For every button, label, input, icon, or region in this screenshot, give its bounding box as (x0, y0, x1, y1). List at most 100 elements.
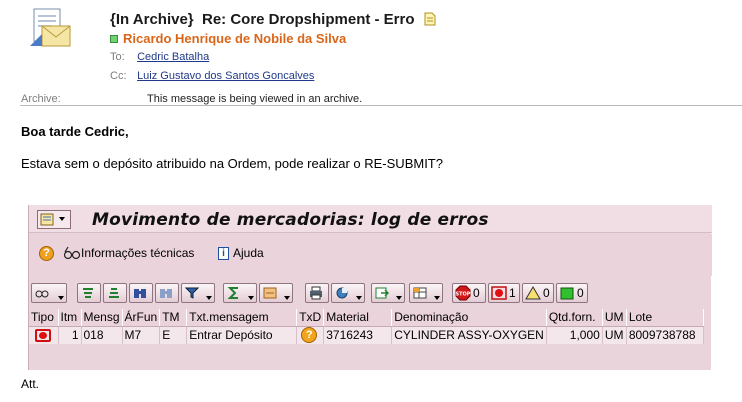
subject-prefix: {In Archive} (110, 11, 194, 28)
sort-ascending-icon (83, 288, 93, 298)
column-header-tipo[interactable]: Tipo (29, 309, 59, 327)
to-recipient[interactable]: Cedric Batalha (137, 51, 209, 63)
sap-screen-title: Movimento de mercadorias: log de erros (92, 210, 489, 230)
error-count: 1 (509, 286, 516, 300)
layout-grid-icon (413, 287, 427, 299)
column-header-qtd-forn[interactable]: Qtd.forn. (546, 309, 603, 327)
cell-tm: E (159, 326, 188, 344)
views-button[interactable] (331, 283, 365, 303)
cell-lote: 8009738788 (626, 326, 704, 344)
export-icon (375, 287, 389, 299)
cell-tipo (29, 326, 59, 344)
error-log-table: Tipo Itm Mensg ÁrFun TM Txt.mensagem TxD… (29, 309, 704, 344)
sort-descending-button[interactable] (103, 283, 127, 303)
column-header-mensg[interactable]: Mensg (81, 309, 123, 327)
svg-text:STOP: STOP (456, 292, 471, 298)
tech-info-button[interactable]: Informações técnicas (63, 246, 194, 260)
sort-descending-icon (109, 288, 119, 298)
email-subject: {In Archive} Re: Core Dropshipment - Err… (110, 11, 436, 28)
sort-ascending-button[interactable] (77, 283, 101, 303)
glasses-icon (63, 246, 81, 260)
table-header-row: Tipo Itm Mensg ÁrFun TM Txt.mensagem TxD… (29, 309, 704, 327)
cell-txd[interactable]: ? (296, 326, 325, 344)
sap-application-toolbar: ? Informações técnicas i Ajuda (29, 234, 712, 276)
cell-txt-mensagem: Entrar Depósito (186, 326, 298, 344)
header-divider (20, 105, 742, 106)
info-icon: i (218, 246, 229, 260)
cell-qtd-forn: 1,000 (546, 326, 603, 344)
export-button[interactable] (371, 283, 405, 303)
column-header-arfun[interactable]: ÁrFun (122, 309, 161, 327)
email-sender[interactable]: Ricardo Henrique de Nobile da Silva (110, 31, 346, 46)
column-header-denominacao[interactable]: Denominação (391, 309, 547, 327)
sender-name[interactable]: Ricardo Henrique de Nobile da Silva (123, 31, 346, 46)
column-header-lote[interactable]: Lote (626, 309, 704, 327)
stop-icon: STOP (455, 285, 471, 301)
find-button[interactable] (129, 283, 153, 303)
help-button[interactable]: i Ajuda (218, 246, 264, 260)
column-header-um[interactable]: UM (602, 309, 627, 327)
cell-denominacao: CYLINDER ASSY-OXYGEN (391, 326, 547, 344)
sap-error-log-screenshot: Movimento de mercadorias: log de erros ?… (28, 205, 712, 370)
cell-um: UM (602, 326, 627, 344)
to-row: To: Cedric Batalha (110, 51, 209, 63)
success-square-icon (560, 287, 574, 300)
success-count: 0 (577, 286, 584, 300)
column-header-tm[interactable]: TM (159, 309, 188, 327)
note-icon[interactable] (424, 12, 436, 26)
filter-icon (185, 287, 199, 299)
subject-text: Re: Core Dropshipment - Erro (202, 11, 415, 28)
long-text-question-icon[interactable]: ? (301, 327, 318, 344)
filter-button[interactable] (181, 283, 215, 303)
success-messages-counter[interactable]: 0 (556, 283, 588, 303)
warning-count: 0 (543, 286, 550, 300)
closing: Att. (21, 377, 40, 391)
cc-row: Cc: Luiz Gustavo dos Santos Goncalves (110, 70, 314, 82)
cc-recipient[interactable]: Luiz Gustavo dos Santos Goncalves (137, 70, 314, 82)
warning-messages-counter[interactable]: 0 (522, 283, 554, 303)
cell-arfun: M7 (122, 326, 161, 344)
cell-mensg: 018 (81, 326, 123, 344)
print-button[interactable] (305, 283, 329, 303)
column-header-itm[interactable]: Itm (58, 309, 82, 327)
error-status-icon (35, 329, 51, 343)
column-header-material[interactable]: Material (323, 309, 393, 327)
binoculars-next-icon (160, 289, 172, 298)
layout-button[interactable] (409, 283, 443, 303)
body-line: Estava sem o depósito atribuido na Ordem… (21, 156, 443, 171)
column-header-txt-mensagem[interactable]: Txt.mensagem (186, 309, 298, 327)
error-icon (491, 286, 507, 300)
cc-label: Cc: (110, 70, 127, 82)
cell-itm: 1 (58, 326, 82, 344)
alv-toolbar: STOP 0 1 0 0 (29, 283, 712, 305)
glasses-icon (35, 290, 49, 298)
sum-button[interactable] (223, 283, 257, 303)
help-circle-button[interactable]: ? (39, 246, 54, 261)
binoculars-icon (134, 289, 146, 298)
to-label: To: (110, 51, 125, 63)
column-header-txd[interactable]: TxD (296, 309, 325, 327)
subtotal-button[interactable] (259, 283, 293, 303)
sap-menu-icon (40, 213, 65, 226)
find-next-button[interactable] (155, 283, 179, 303)
question-icon: ? (39, 246, 54, 261)
presence-status-icon (110, 35, 118, 43)
table-row[interactable]: 1 018 M7 E Entrar Depósito ? 3716243 CYL… (29, 326, 704, 344)
warning-triangle-icon (525, 286, 541, 300)
sigma-icon (227, 287, 238, 299)
views-icon (336, 287, 348, 299)
help-label: Ajuda (233, 246, 264, 260)
printer-icon (310, 286, 322, 300)
sap-title-bar: Movimento de mercadorias: log de erros (29, 205, 712, 233)
tech-info-label: Informações técnicas (81, 246, 195, 260)
error-messages-counter[interactable]: 1 (488, 283, 520, 303)
stop-messages-counter[interactable]: STOP 0 (452, 283, 486, 303)
cell-material: 3716243 (323, 326, 393, 344)
greeting: Boa tarde Cedric, (21, 124, 129, 139)
archive-message: This message is being viewed in an archi… (147, 93, 363, 105)
subtotal-icon (263, 287, 277, 299)
archive-row: Archive: This message is being viewed in… (21, 93, 362, 105)
details-button[interactable] (31, 283, 67, 303)
sap-menu-button[interactable] (37, 210, 71, 229)
stop-count: 0 (473, 286, 480, 300)
